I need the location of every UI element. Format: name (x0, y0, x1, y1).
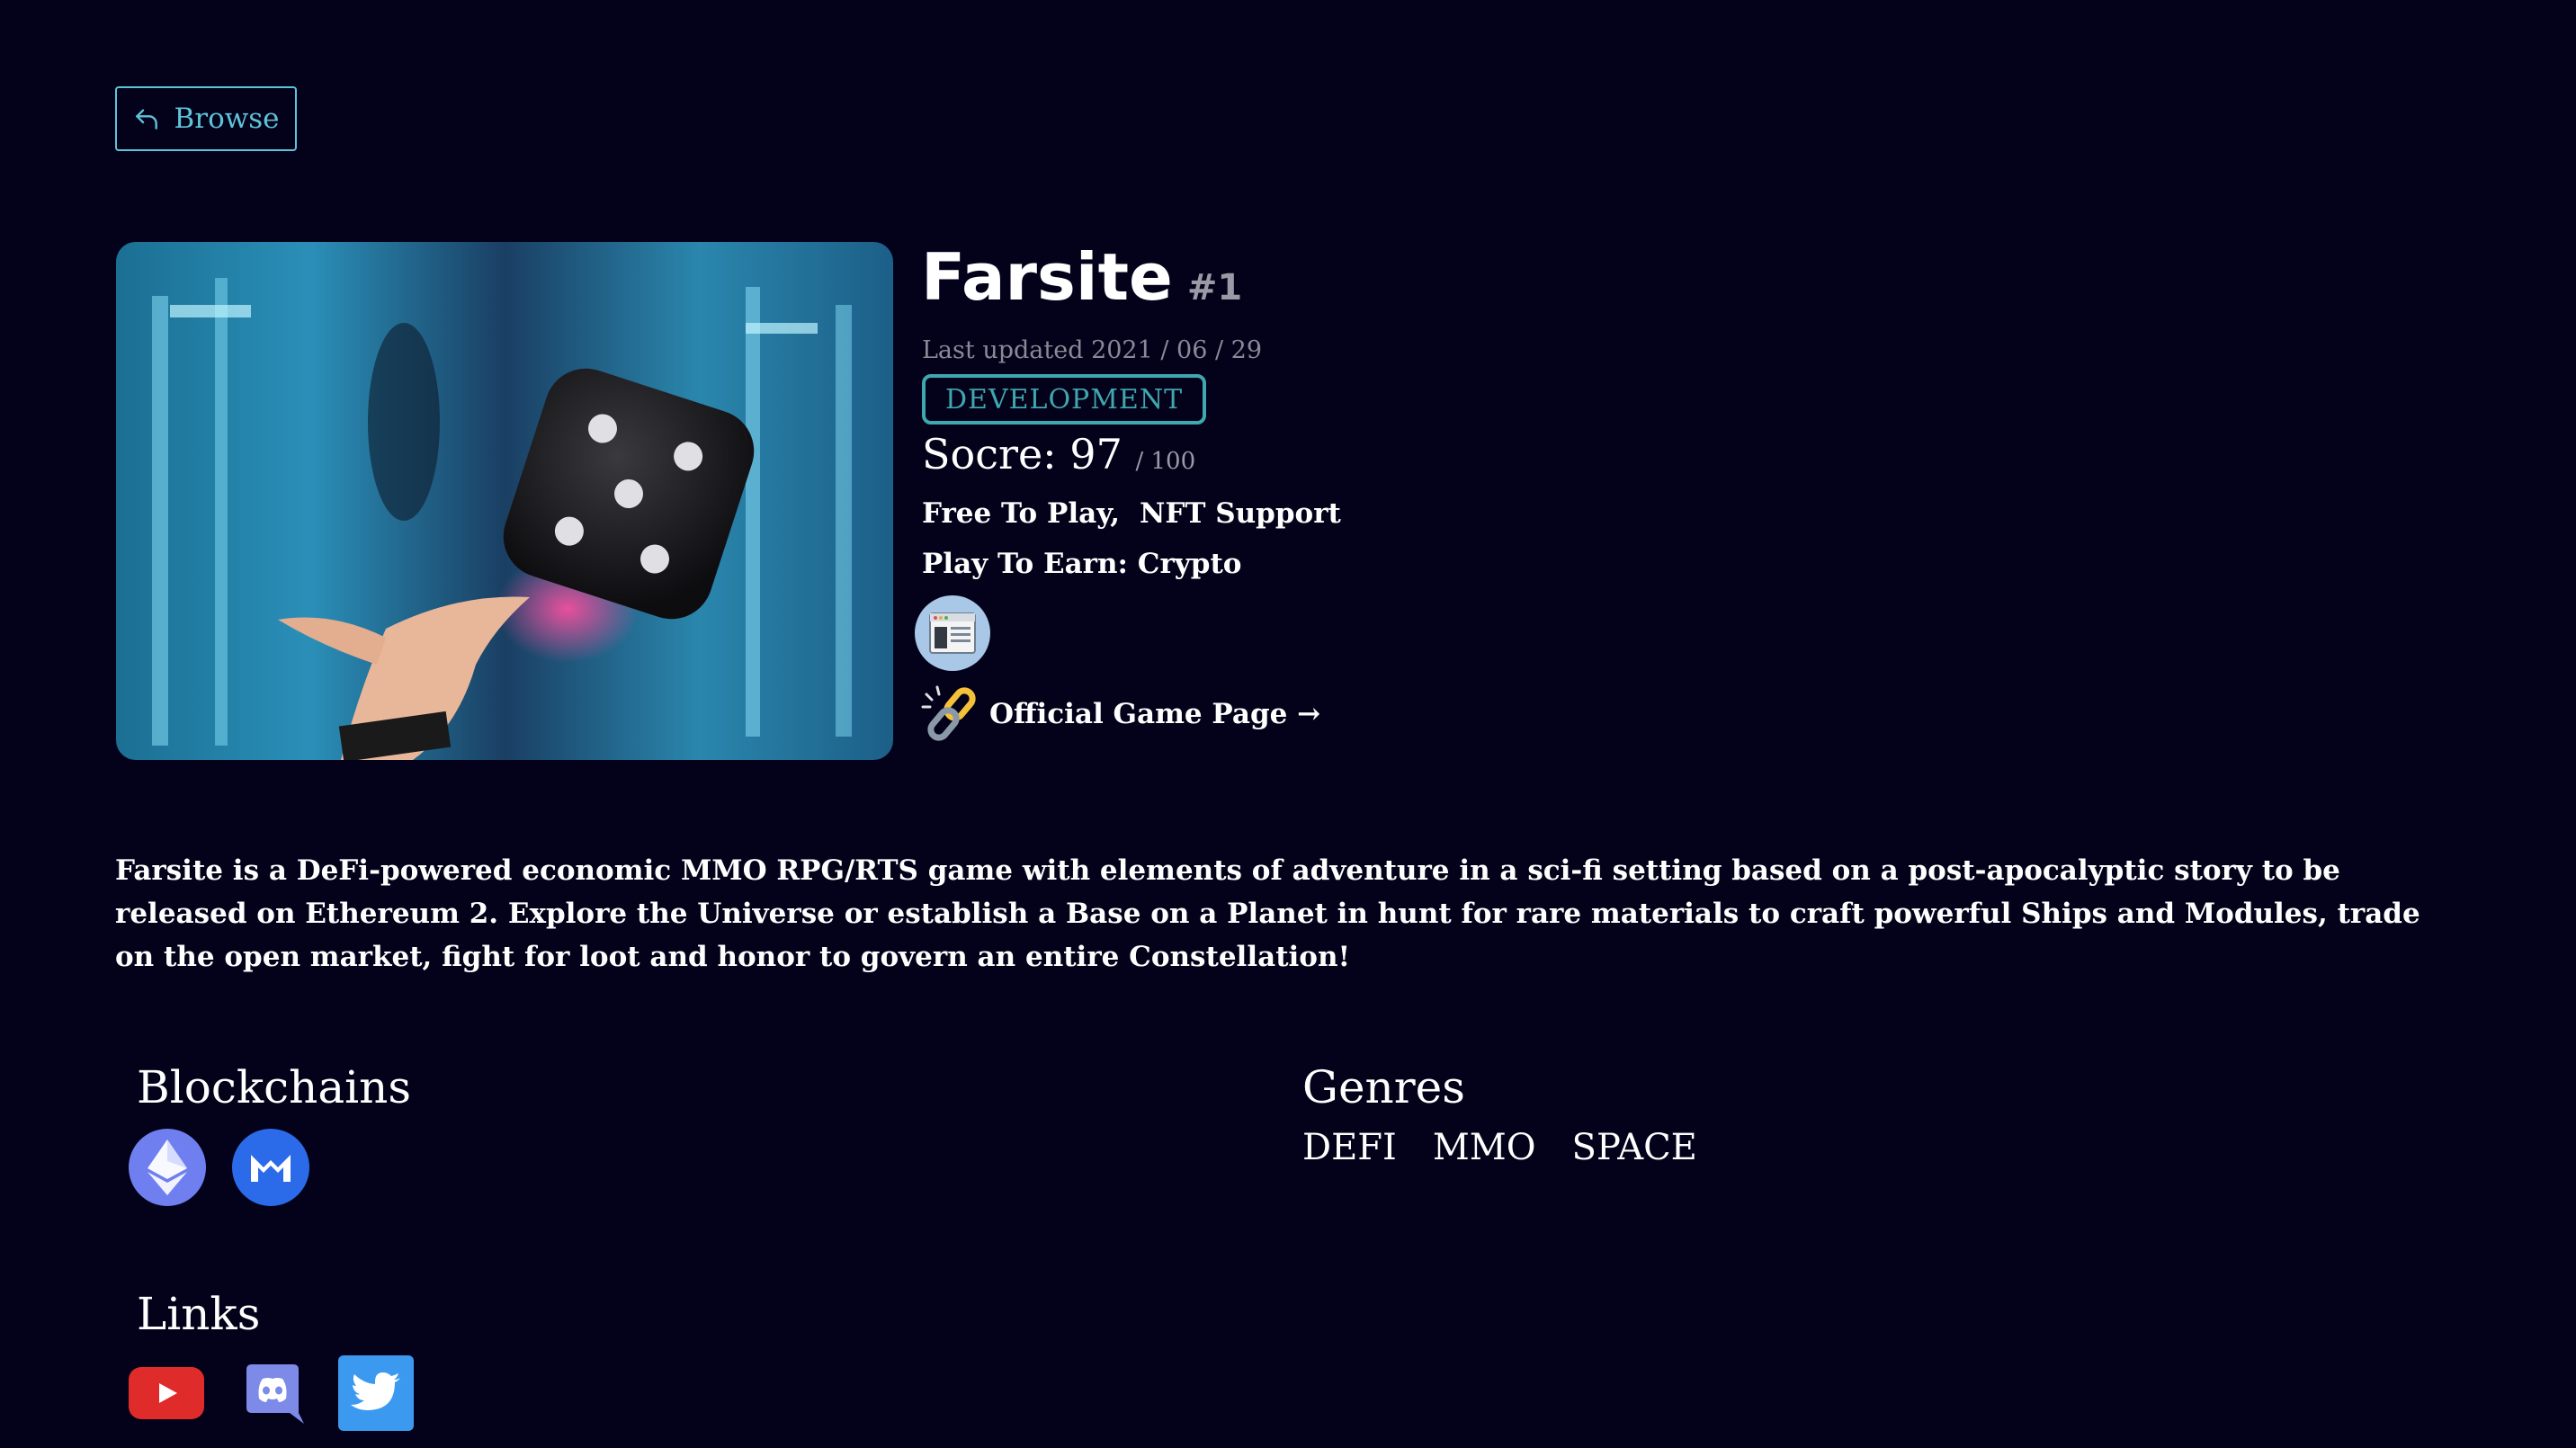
play-to-earn: Play To Earn: Crypto (922, 548, 1242, 580)
last-updated: Last updated 2021 / 06 / 29 (922, 336, 1263, 364)
links-heading: Links (137, 1288, 261, 1340)
official-game-page-link[interactable]: Official Game Page → (919, 682, 1320, 746)
feature-free-to-play: Free To Play, (922, 497, 1121, 530)
twitter-icon[interactable] (338, 1355, 414, 1431)
browse-button[interactable]: Browse (115, 86, 297, 151)
browse-label: Browse (174, 103, 280, 135)
official-link-label: Official Game Page → (989, 698, 1321, 730)
title-row: Farsite #1 (921, 245, 1242, 309)
feature-nft-support: NFT Support (1140, 497, 1341, 530)
genre-list: DEFI MMO SPACE (1302, 1127, 1697, 1168)
game-description: Farsite is a DeFi-powered economic MMO R… (115, 854, 2420, 973)
genres-heading: Genres (1302, 1061, 1465, 1113)
score-max: / 100 (1135, 448, 1196, 475)
link-icon (921, 685, 976, 741)
blockchains-heading: Blockchains (137, 1061, 412, 1113)
return-arrow-icon (136, 109, 158, 130)
status-badge: DEVELOPMENT (922, 374, 1207, 425)
discord-icon[interactable] (237, 1358, 309, 1430)
score-value: Socre: 97 (922, 430, 1123, 478)
genre-tag[interactable]: MMO (1433, 1127, 1536, 1168)
genre-tag[interactable]: DEFI (1302, 1127, 1397, 1168)
game-rank: #1 (1186, 267, 1243, 308)
genre-tag[interactable]: SPACE (1572, 1127, 1697, 1168)
website-icon[interactable] (915, 595, 990, 671)
game-title: Farsite (921, 239, 1173, 315)
score: Socre: 97 / 100 (922, 430, 1195, 478)
youtube-icon[interactable] (129, 1367, 204, 1419)
ethereum-icon[interactable] (129, 1129, 206, 1206)
matic-icon[interactable] (232, 1129, 309, 1206)
feature-list: Free To Play, NFT Support (922, 497, 1341, 530)
game-cover-image (116, 242, 893, 760)
